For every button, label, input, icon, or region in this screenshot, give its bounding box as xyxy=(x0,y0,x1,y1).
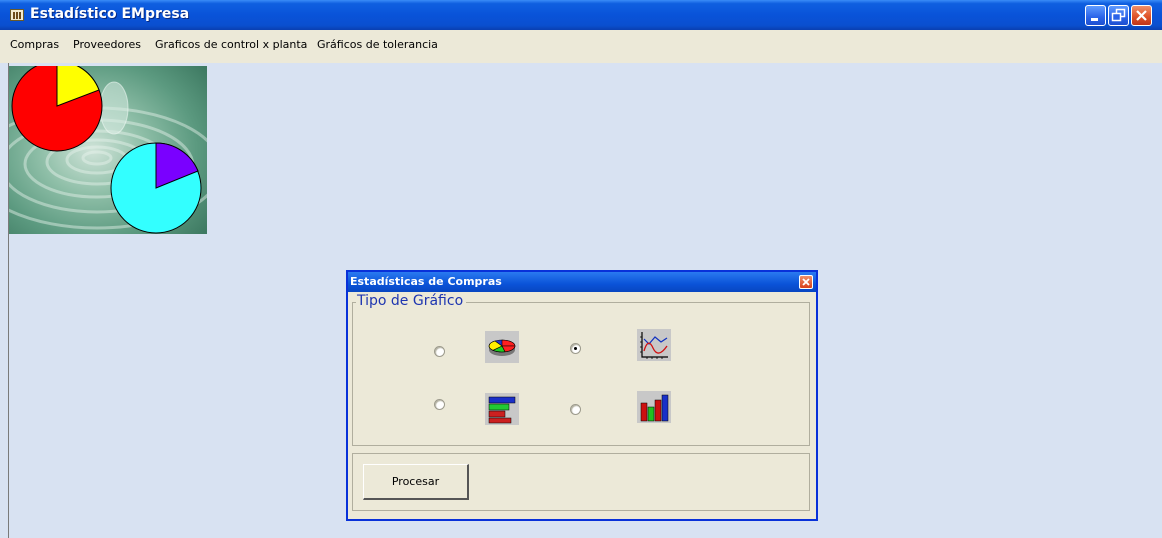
restore-button[interactable] xyxy=(1108,5,1129,26)
horizontal-bar-chart-icon xyxy=(485,393,519,425)
menu-graficos-control[interactable]: Graficos de control x planta xyxy=(155,38,307,51)
dialog-close-button[interactable] xyxy=(799,275,813,289)
window-title: Estadístico EMpresa xyxy=(30,6,190,22)
action-panel: Procesar xyxy=(352,453,810,511)
menu-graficos-tolerancia[interactable]: Gráficos de tolerancia xyxy=(317,38,438,51)
close-icon xyxy=(802,278,810,286)
estadisticas-compras-dialog: Estadísticas de Compras Tipo de Gráfico xyxy=(346,270,818,521)
app-icon[interactable] xyxy=(10,9,24,21)
menu-bar: Compras Proveedores Graficos de control … xyxy=(0,30,1162,63)
logo-image xyxy=(9,66,207,234)
window-titlebar: Estadístico EMpresa xyxy=(0,0,1162,30)
radio-horizontal-bar-chart[interactable] xyxy=(434,399,445,410)
minimize-icon xyxy=(1091,18,1098,21)
menu-compras[interactable]: Compras xyxy=(10,38,59,51)
radio-pie-chart[interactable] xyxy=(434,346,445,357)
line-chart-icon xyxy=(637,329,671,361)
minimize-button[interactable] xyxy=(1085,5,1106,26)
chart-type-label: Tipo de Gráfico xyxy=(356,293,467,309)
chart-type-group: Tipo de Gráfico xyxy=(352,293,810,446)
menu-proveedores[interactable]: Proveedores xyxy=(73,38,141,51)
procesar-button[interactable]: Procesar xyxy=(363,464,469,500)
pie-chart-icon xyxy=(485,331,519,363)
close-icon xyxy=(1136,10,1147,21)
vertical-bar-chart-icon xyxy=(637,391,671,423)
close-button[interactable] xyxy=(1131,5,1152,26)
dialog-titlebar: Estadísticas de Compras xyxy=(348,272,816,292)
radio-vertical-bar-chart[interactable] xyxy=(570,404,581,415)
radio-line-chart[interactable] xyxy=(570,343,581,354)
dialog-title: Estadísticas de Compras xyxy=(350,275,502,288)
restore-icon xyxy=(1111,8,1126,22)
